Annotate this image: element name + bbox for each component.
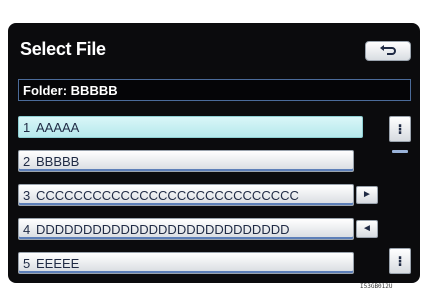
file-index: 2 <box>23 154 31 169</box>
file-row-2[interactable]: 2 BBBBB <box>18 150 354 172</box>
file-name: DDDDDDDDDDDDDDDDDDDDDDDDDDD <box>36 222 290 237</box>
return-arrow-icon <box>380 45 396 55</box>
file-index: 5 <box>23 256 31 271</box>
file-index: 3 <box>23 188 31 203</box>
file-index: 4 <box>23 222 31 237</box>
scroll-name-right-button[interactable]: ► <box>356 186 378 204</box>
folder-label: Folder: BBBBB <box>23 83 118 98</box>
file-row-3[interactable]: 3 CCCCCCCCCCCCCCCCCCCCCCCCCCCC <box>18 184 354 206</box>
file-name: CCCCCCCCCCCCCCCCCCCCCCCCCCCC <box>36 188 299 203</box>
scroll-down-button[interactable]: ⁝ <box>389 248 411 274</box>
file-name: AAAAA <box>36 120 80 135</box>
page-title: Select File <box>20 39 106 59</box>
file-row-4[interactable]: 4 DDDDDDDDDDDDDDDDDDDDDDDDDDD <box>18 218 354 240</box>
file-row-1[interactable]: 1 AAAAA <box>18 116 363 138</box>
file-name: EEEEE <box>36 256 80 271</box>
file-index: 1 <box>23 120 31 135</box>
file-select-screen: Select File Folder: BBBBB 1 AAAAA 2 BBBB… <box>8 23 420 283</box>
file-row-5[interactable]: 5 EEEEE <box>18 252 354 274</box>
scroll-up-icon: ⁝ <box>397 121 403 137</box>
scroll-down-icon: ⁝ <box>397 253 403 269</box>
arrow-left-icon: ◄ <box>362 223 372 234</box>
scroll-up-button[interactable]: ⁝ <box>389 116 411 142</box>
scrollbar-thumb[interactable] <box>392 150 408 153</box>
current-folder: Folder: BBBBB <box>18 79 411 101</box>
arrow-right-icon: ► <box>362 189 372 200</box>
scroll-name-left-button[interactable]: ◄ <box>356 220 378 238</box>
file-name: BBBBB <box>36 154 80 169</box>
back-button[interactable] <box>365 41 411 61</box>
